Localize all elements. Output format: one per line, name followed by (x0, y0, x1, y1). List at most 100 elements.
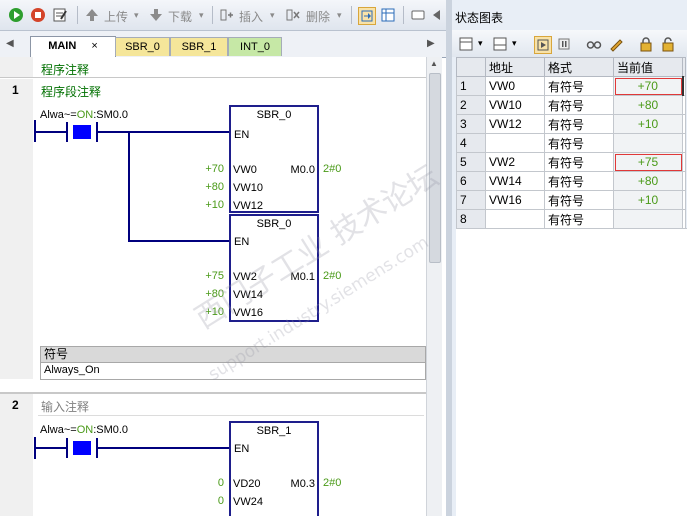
upload-icon[interactable] (84, 7, 100, 23)
scroll-up-icon[interactable]: ▲ (430, 59, 438, 68)
input-value: +10 (205, 199, 224, 211)
table-row[interactable]: 1 VW0 有符号 +70 (456, 76, 686, 96)
address-cell[interactable]: VW0 (485, 76, 545, 96)
en-pin: EN (234, 443, 250, 455)
editor-scrollbar[interactable]: ▲ (426, 57, 442, 516)
lock-icon[interactable] (638, 36, 654, 52)
format-cell[interactable]: 有符号 (544, 133, 614, 153)
status-chart-icon[interactable] (380, 7, 396, 23)
column-header-value[interactable]: 当前值 (613, 57, 683, 77)
network-comment[interactable]: 输入注释 (41, 398, 89, 415)
address-cell[interactable]: VW16 (485, 190, 545, 210)
tab-int-0-label: INT_0 (240, 41, 270, 53)
input-pin: VD20 (233, 478, 261, 490)
address-cell[interactable] (485, 209, 545, 229)
stop-icon[interactable] (30, 7, 46, 23)
format-cell[interactable]: 有符号 (544, 209, 614, 229)
gutter (0, 79, 33, 379)
input-pin: VW12 (233, 200, 263, 212)
tab-scroll-right-icon[interactable]: ▶ (427, 38, 435, 49)
status-table: 地址 格式 当前值 1 VW0 有符号 +70 2 VW10 有符号 +80 3 VW12 有符… (456, 57, 686, 229)
format-cell[interactable]: 有符号 (544, 171, 614, 191)
chart-status-icon[interactable] (534, 36, 552, 54)
rung-wire (98, 447, 231, 449)
tab-sbr-1-label: SBR_1 (181, 41, 217, 53)
contact-sm0-0[interactable] (66, 122, 98, 142)
input-value: +80 (205, 181, 224, 193)
en-pin: EN (234, 129, 250, 141)
function-block-sbr-1[interactable]: SBR_1 EN VD20 VW24 M0.3 (229, 421, 319, 516)
address-cell[interactable] (485, 133, 545, 153)
function-block-sbr-0[interactable]: SBR_0 EN VW0 VW10 VW12 M0.0 (229, 105, 319, 213)
pencil-icon[interactable] (608, 36, 624, 52)
table-row[interactable]: 6 VW14 有符号 +80 (456, 171, 686, 191)
table-row[interactable]: 4 有符号 (456, 133, 686, 153)
format-cell[interactable]: 有符号 (544, 76, 614, 96)
download-dropdown-icon[interactable]: ▾ (199, 10, 204, 21)
tab-main[interactable]: MAIN × (30, 36, 116, 57)
table-row[interactable]: 5 VW2 有符号 +75 (456, 152, 686, 172)
upload-dropdown-icon[interactable]: ▾ (134, 10, 139, 21)
insert-row-icon[interactable] (492, 36, 508, 52)
tab-scroll-left-icon[interactable]: ◀ (6, 38, 14, 49)
value-cell (613, 209, 683, 229)
panel-title: 状态图表 (455, 11, 504, 25)
tab-int-0[interactable]: INT_0 (228, 37, 282, 56)
status-chart-toolbar: ▾ ▾ (452, 30, 687, 57)
editor-toolbar: 上传 ▾ 下载 ▾ 插入 ▾ 删除 ▾ (0, 0, 447, 31)
contact-sm0-0[interactable] (66, 438, 98, 458)
format-cell[interactable]: 有符号 (544, 114, 614, 134)
address-cell[interactable]: VW14 (485, 171, 545, 191)
delete-dropdown-icon[interactable]: ▾ (337, 10, 342, 21)
input-value: 0 (217, 477, 224, 489)
block-title: SBR_1 (256, 425, 292, 437)
table-row[interactable]: 7 VW16 有符号 +10 (456, 190, 686, 210)
input-pin: VW0 (233, 164, 257, 176)
unlock-icon[interactable] (660, 36, 676, 52)
value-cell: +10 (613, 190, 683, 210)
delete-button[interactable]: 删除 (306, 8, 330, 25)
table-row[interactable]: 3 VW12 有符号 +10 (456, 114, 686, 134)
add-row-icon[interactable] (458, 36, 474, 52)
arrow-left-icon[interactable] (429, 7, 445, 23)
table-row[interactable]: 2 VW10 有符号 +80 (456, 95, 686, 115)
input-pin: VW24 (233, 496, 263, 508)
dropdown-icon[interactable]: ▾ (478, 38, 483, 49)
output-value: 2#0 (323, 163, 342, 175)
program-comment[interactable]: 程序注释 (41, 61, 89, 78)
format-cell[interactable]: 有符号 (544, 190, 614, 210)
tab-close-icon[interactable]: × (91, 40, 97, 52)
insert-dropdown-icon[interactable]: ▾ (270, 10, 275, 21)
download-button[interactable]: 下载 (168, 8, 192, 25)
pause-icon[interactable] (556, 36, 572, 52)
table-row[interactable]: 8 有符号 (456, 209, 686, 229)
output-pin: M0.3 (290, 478, 315, 490)
tab-sbr-1[interactable]: SBR_1 (170, 37, 228, 56)
upload-button[interactable]: 上传 (104, 8, 128, 25)
column-header-format[interactable]: 格式 (544, 57, 614, 77)
tab-sbr-0[interactable]: SBR_0 (115, 37, 170, 56)
dropdown-icon[interactable]: ▾ (512, 38, 517, 49)
extra-cell (681, 76, 686, 96)
glasses-icon[interactable] (586, 36, 602, 52)
column-header-address[interactable]: 地址 (485, 57, 545, 77)
compile-icon[interactable] (52, 7, 68, 23)
program-status-icon[interactable] (358, 7, 376, 25)
format-cell[interactable]: 有符号 (544, 95, 614, 115)
box-icon[interactable] (410, 7, 426, 23)
address-cell[interactable]: VW2 (485, 152, 545, 172)
row-number: 5 (456, 152, 486, 172)
gutter (0, 394, 33, 516)
download-icon[interactable] (148, 7, 164, 23)
output-pin: M0.0 (290, 164, 315, 176)
input-pin: VW10 (233, 182, 263, 194)
insert-button[interactable]: 插入 (239, 8, 263, 25)
delete-icon[interactable] (285, 7, 301, 23)
address-cell[interactable]: VW12 (485, 114, 545, 134)
format-cell[interactable]: 有符号 (544, 152, 614, 172)
contact-label: Alwa~=ON:SM0.0 (40, 424, 129, 436)
insert-icon[interactable] (219, 7, 235, 23)
address-cell[interactable]: VW10 (485, 95, 545, 115)
run-icon[interactable] (8, 7, 24, 23)
network-comment[interactable]: 程序段注释 (41, 83, 101, 100)
